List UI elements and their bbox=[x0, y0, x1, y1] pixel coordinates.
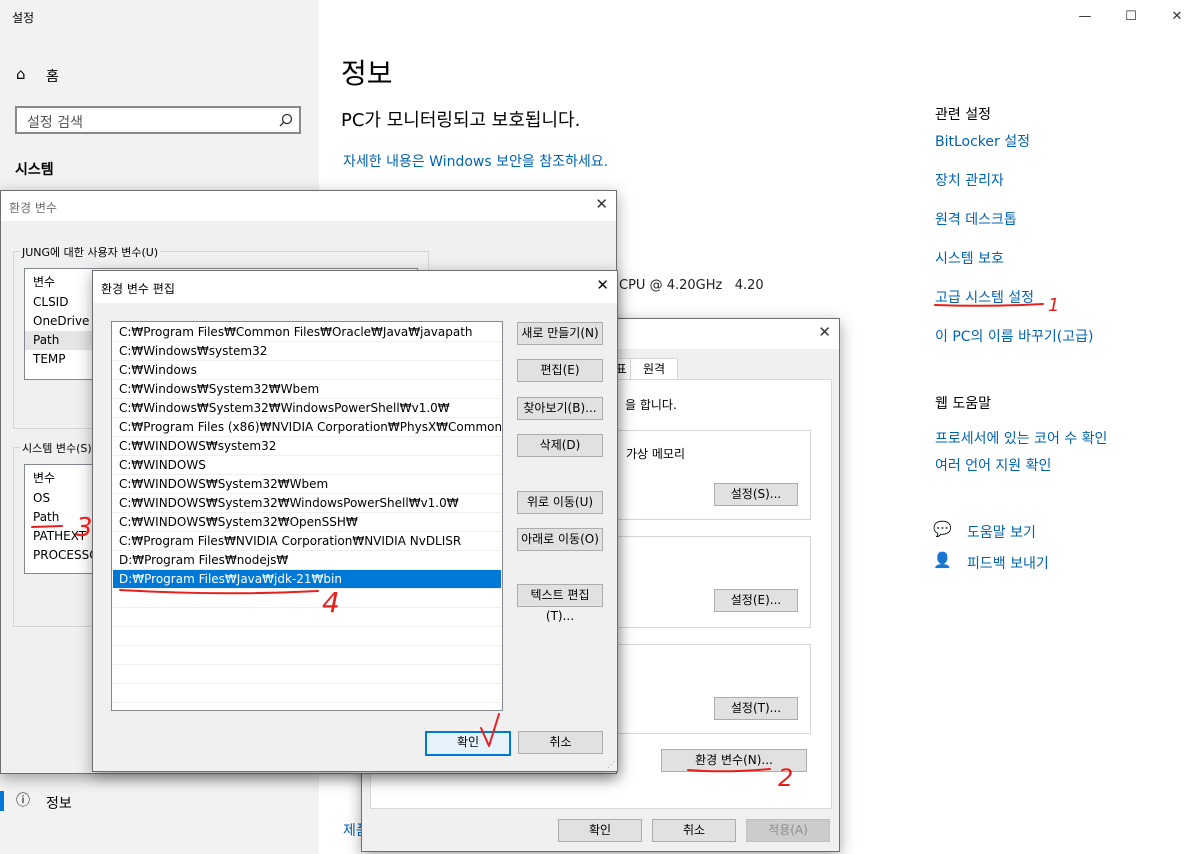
annotation-number: 3 bbox=[76, 513, 93, 543]
annotation-number: 2 bbox=[778, 764, 793, 792]
annotation-number: 1 bbox=[1048, 295, 1059, 316]
underline-env-button bbox=[687, 768, 771, 773]
underline-advanced-settings bbox=[934, 303, 1044, 307]
checkmark-ok bbox=[480, 713, 500, 747]
underline-jdk-path bbox=[119, 589, 319, 595]
underline-path-system bbox=[31, 525, 63, 528]
annotation-number: 4 bbox=[322, 586, 340, 619]
annotation-layer: 1 2 3 4 bbox=[31, 295, 1059, 792]
